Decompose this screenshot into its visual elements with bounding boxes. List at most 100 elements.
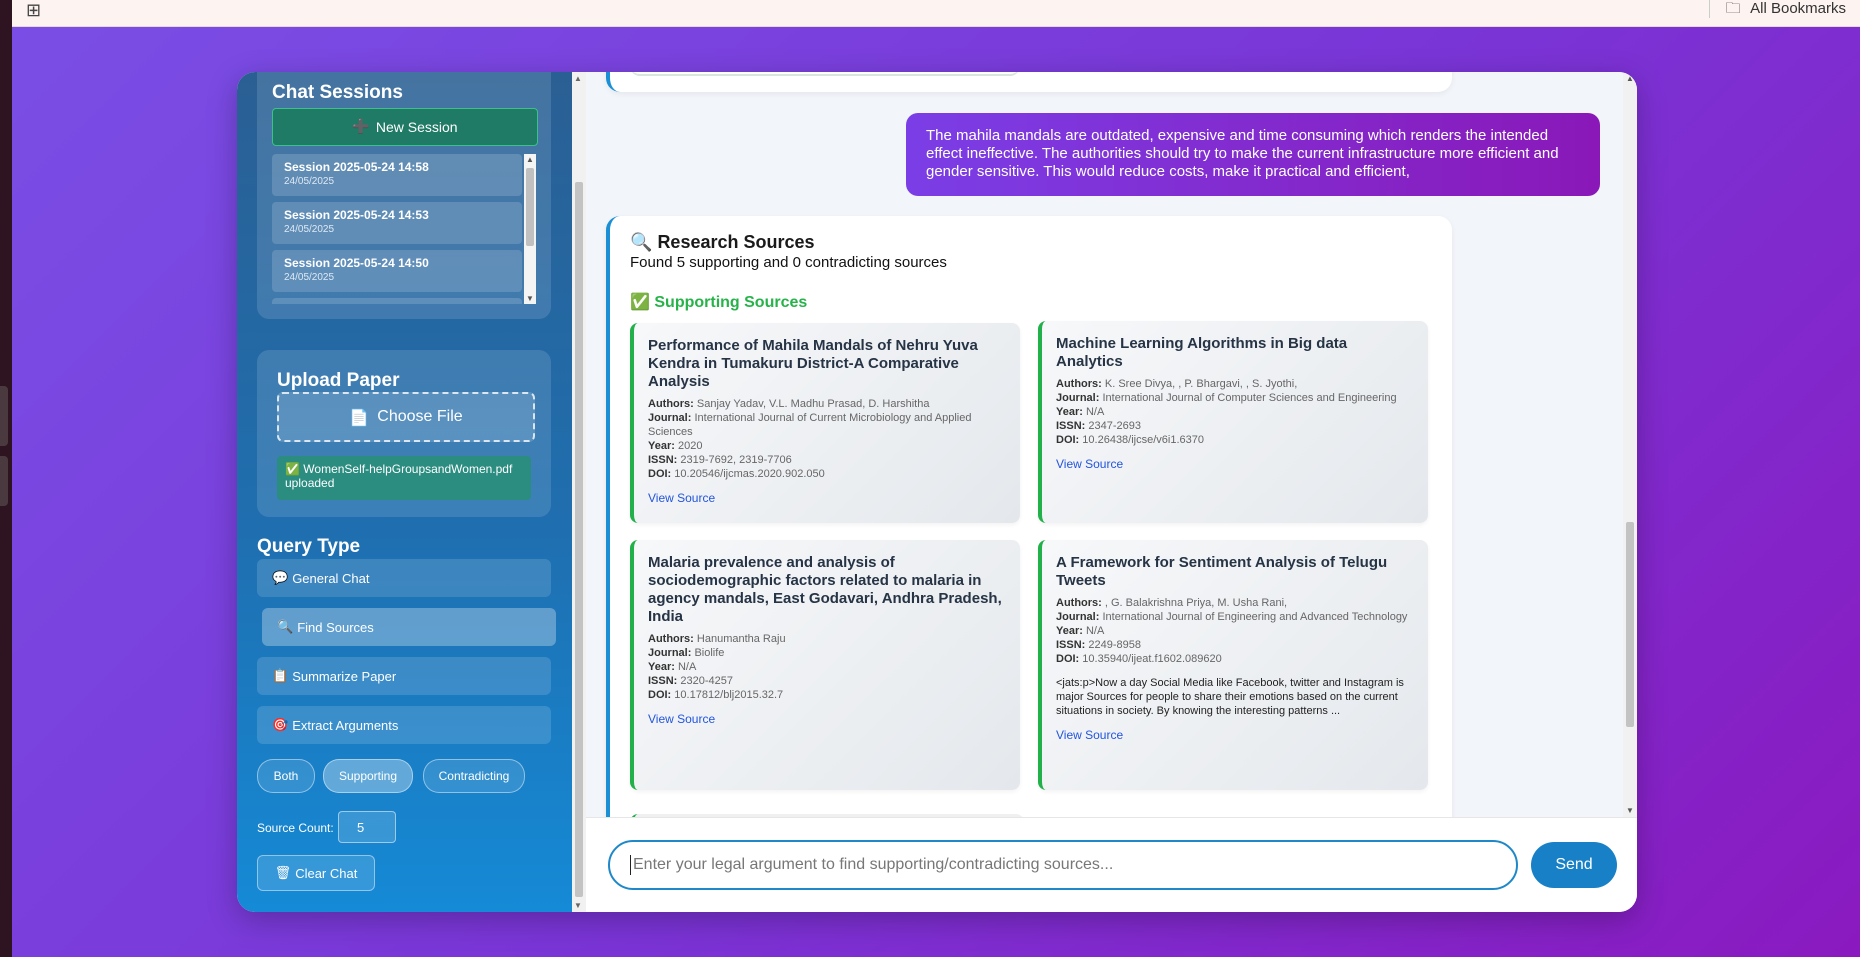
scroll-down-arrow-icon[interactable]: ▼ xyxy=(1626,806,1634,815)
filter-contradicting-button[interactable]: Contradicting xyxy=(423,759,525,793)
issn-label: ISSN: xyxy=(648,675,678,687)
authors-value: Sanjay Yadav, V.L. Madhu Prasad, D. Hars… xyxy=(696,398,930,410)
research-sources-title: 🔍 Research Sources xyxy=(630,232,815,253)
source-title: Malaria prevalence and analysis of socio… xyxy=(648,554,1002,625)
dock-item[interactable] xyxy=(0,386,8,446)
research-sources-heading: Research Sources xyxy=(657,232,815,252)
source-doi: DOI: 10.26438/ijcse/v6i1.6370 xyxy=(1056,433,1414,447)
session-name: Session 2025-05-24 14:53 xyxy=(284,208,429,222)
session-item[interactable]: Session 2025-05-24 14:58 24/05/2025 xyxy=(272,154,522,196)
view-source-link[interactable]: View Source xyxy=(1056,728,1123,742)
year-value: N/A xyxy=(677,661,697,673)
doi-value: 10.17812/blj2015.32.7 xyxy=(674,689,784,701)
session-date: 24/05/2025 xyxy=(284,272,335,283)
source-journal: Journal: Biolife xyxy=(648,646,1006,660)
authors-value: Hanumantha Raju xyxy=(696,633,786,645)
scroll-up-arrow-icon[interactable]: ▲ xyxy=(526,155,534,164)
filter-both-button[interactable]: Both xyxy=(257,759,315,793)
source-year: Year: N/A xyxy=(1056,405,1414,419)
clear-chat-label: Clear Chat xyxy=(295,865,358,881)
source-doi: DOI: 10.35940/ijeat.f1602.089620 xyxy=(1056,652,1414,666)
all-bookmarks-label: All Bookmarks xyxy=(1750,0,1846,17)
chat-messages: The mahila mandals are outdated, expensi… xyxy=(586,72,1637,817)
session-scroll-thumb[interactable] xyxy=(526,168,534,246)
scroll-down-arrow-icon[interactable]: ▼ xyxy=(574,901,582,910)
issn-value: 2347-2693 xyxy=(1088,420,1142,432)
dock-item[interactable] xyxy=(0,456,8,506)
issn-label: ISSN: xyxy=(1056,420,1086,432)
view-source-link[interactable]: View Source xyxy=(648,491,715,505)
query-find-sources[interactable]: 🔍 Find Sources xyxy=(262,608,556,646)
authors-value: K. Sree Divya, , P. Bhargavi, , S. Jyoth… xyxy=(1104,378,1298,390)
session-list-scrollbar[interactable]: ▲ ▼ xyxy=(524,154,536,304)
query-general-chat[interactable]: 💬 General Chat xyxy=(257,559,551,597)
doi-label: DOI: xyxy=(1056,653,1080,665)
issn-label: ISSN: xyxy=(1056,639,1086,651)
query-extract-arguments[interactable]: 🎯 Extract Arguments xyxy=(257,706,551,744)
source-doi: DOI: 10.20546/ijcmas.2020.902.050 xyxy=(648,467,1006,481)
clear-chat-button[interactable]: 🗑 Clear Chat xyxy=(257,855,375,891)
scroll-up-arrow-icon[interactable]: ▲ xyxy=(1626,74,1634,83)
scroll-down-arrow-icon[interactable]: ▼ xyxy=(526,294,534,303)
authors-label: Authors: xyxy=(1056,378,1102,390)
view-source-link[interactable]: View Source xyxy=(648,712,715,726)
source-title: Performance of Mahila Mandals of Nehru Y… xyxy=(648,337,978,390)
source-card: Malaria prevalence and analysis of socio… xyxy=(630,540,1020,790)
journal-label: Journal: xyxy=(648,647,692,659)
source-issn: ISSN: 2319-7692, 2319-7706 xyxy=(648,453,1006,467)
source-year: Year: N/A xyxy=(1056,624,1414,638)
view-source-link[interactable]: View Source xyxy=(1056,457,1123,471)
source-authors: Authors: Sanjay Yadav, V.L. Madhu Prasad… xyxy=(648,397,1006,411)
source-count-input[interactable]: 5 xyxy=(338,811,396,843)
document-icon: 📄 xyxy=(349,407,370,427)
source-journal: Journal: International Journal of Comput… xyxy=(1056,391,1414,405)
sidebar: Chat Sessions ➕ New Session Session 2025… xyxy=(237,72,572,912)
supporting-heading-text: Supporting Sources xyxy=(654,294,808,311)
year-value: 2020 xyxy=(677,440,703,452)
source-title: Machine Learning Algorithms in Big data … xyxy=(1056,335,1348,370)
issn-value: 2320-4257 xyxy=(680,675,734,687)
research-sources-card: 🔍 Research Sources Found 5 supporting an… xyxy=(606,216,1452,817)
session-item[interactable]: Session 2025-05-24 14:50 24/05/2025 xyxy=(272,250,522,292)
source-abstract: <jats:p>Now a day Social Media like Face… xyxy=(1056,677,1404,717)
apps-grid-icon[interactable]: ⊞ xyxy=(26,0,41,21)
sidebar-scrollbar[interactable]: ▲ ▼ xyxy=(572,72,586,912)
source-doi: DOI: 10.17812/blj2015.32.7 xyxy=(648,688,1006,702)
previous-message-card xyxy=(606,72,1452,92)
source-year: Year: 2020 xyxy=(648,439,1006,453)
source-authors: Authors: , G. Balakrishna Priya, M. Usha… xyxy=(1056,596,1414,610)
choose-file-button[interactable]: 📄 Choose File xyxy=(277,392,535,442)
target-icon: 🎯 xyxy=(272,717,289,733)
filter-supporting-button[interactable]: Supporting xyxy=(323,759,413,793)
chat-scrollbar[interactable]: ▲ ▼ xyxy=(1623,72,1637,817)
user-message: The mahila mandals are outdated, expensi… xyxy=(906,113,1600,196)
doi-value: 10.20546/ijcmas.2020.902.050 xyxy=(674,468,825,480)
issn-label: ISSN: xyxy=(648,454,678,466)
upload-status-text: WomenSelf-helpGroupsandWomen.pdf uploade… xyxy=(285,462,513,490)
check-icon: ✅ xyxy=(630,292,650,311)
year-label: Year: xyxy=(648,440,675,452)
chat-input-placeholder: Enter your legal argument to find suppor… xyxy=(633,856,1114,873)
source-count-label: Source Count: xyxy=(257,821,334,835)
research-summary: Found 5 supporting and 0 contradicting s… xyxy=(630,254,947,271)
bookmarks-separator xyxy=(1708,0,1710,19)
all-bookmarks-button[interactable]: 🗀 All Bookmarks xyxy=(1708,0,1846,23)
new-session-button[interactable]: ➕ New Session xyxy=(272,108,538,146)
scroll-up-arrow-icon[interactable]: ▲ xyxy=(574,74,582,83)
year-label: Year: xyxy=(648,661,675,673)
send-button[interactable]: Send xyxy=(1531,842,1617,888)
sidebar-scroll-thumb[interactable] xyxy=(575,182,583,897)
source-card: Performance of Mahila Mandals of Nehru Y… xyxy=(630,323,1020,523)
query-summarize-paper[interactable]: 📋 Summarize Paper xyxy=(257,657,551,695)
chat-scroll-thumb[interactable] xyxy=(1626,522,1634,727)
authors-label: Authors: xyxy=(648,633,694,645)
session-name: Session 2025-05-24 14:58 xyxy=(284,160,429,174)
bookmarks-bar: ⊞ 🗀 All Bookmarks xyxy=(12,0,1860,27)
source-issn: ISSN: 2347-2693 xyxy=(1056,419,1414,433)
session-item[interactable]: Session 2025-05-24 14:53 24/05/2025 xyxy=(272,202,522,244)
source-issn: ISSN: 2320-4257 xyxy=(648,674,1006,688)
session-item[interactable] xyxy=(272,298,522,304)
source-journal: Journal: International Journal of Engine… xyxy=(1056,610,1414,624)
query-label: Summarize Paper xyxy=(292,668,397,684)
chat-input[interactable]: Enter your legal argument to find suppor… xyxy=(608,840,1518,890)
